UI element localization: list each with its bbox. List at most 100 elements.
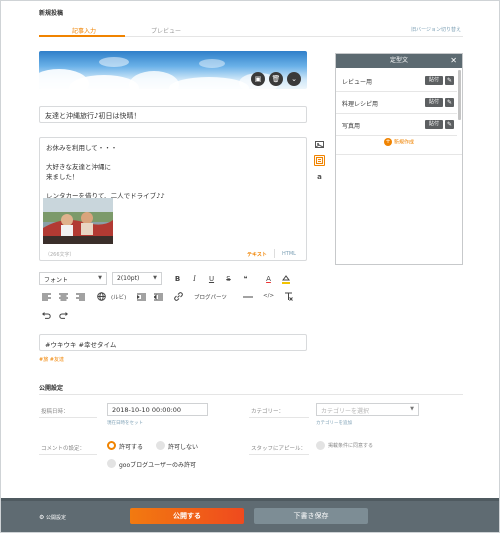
font-select[interactable]: フォント ▼ [39, 272, 107, 285]
template-icon[interactable] [314, 155, 325, 166]
quote-button[interactable]: ❝ [240, 273, 251, 284]
pencil-icon[interactable]: ✎ [445, 98, 454, 107]
mode-html-tab[interactable]: HTML [282, 251, 296, 257]
tag-suggestions[interactable]: #旅 #友達 [39, 356, 64, 363]
comment-label: コメントの設定： [41, 446, 86, 452]
new-template-label: 新規作成 [393, 139, 414, 146]
divider [39, 394, 463, 395]
caret-down-icon: ▼ [153, 275, 157, 281]
template-panel-header: 定型文 ✕ [336, 54, 462, 68]
background-color-icon[interactable] [280, 273, 291, 284]
template-item[interactable]: 料理レシピ用 貼付 ✎ [336, 93, 457, 114]
template-panel: 定型文 ✕ レビュー用 貼付 ✎ 料理レシピ用 貼付 ✎ 写真用 貼付 ✎ + 新… [335, 53, 463, 265]
comment-goo-only-radio[interactable] [107, 459, 116, 468]
italic-button[interactable]: I [189, 273, 200, 284]
divider [39, 454, 97, 455]
staff-appeal-label: スタッフにアピール： [251, 446, 307, 452]
footer-settings-label: 公開設定 [45, 515, 66, 521]
align-right-icon[interactable] [75, 291, 86, 302]
divider [336, 154, 462, 155]
char-count: （266文字） [45, 252, 75, 258]
mode-divider [274, 249, 275, 258]
align-center-icon[interactable] [58, 291, 69, 302]
comment-allow-label: 許可する [119, 444, 144, 451]
chevron-down-icon[interactable]: ⌄ [287, 72, 301, 86]
gear-icon: ⚙ [39, 514, 45, 521]
post-editor-window: 新規投稿 記事入力 プレビュー 旧バージョン切り替え ▣ 🗑 ⌄ 友達と沖縄旅行… [0, 0, 500, 533]
link-icon[interactable] [173, 291, 184, 302]
category-label: カテゴリー： [251, 409, 285, 415]
template-item-label: 写真用 [342, 123, 361, 130]
divider [39, 417, 97, 418]
plus-icon: + [383, 138, 392, 146]
align-left-icon[interactable] [41, 291, 52, 302]
add-category-link[interactable]: カテゴリーを追加 [316, 420, 352, 426]
template-item-label: 料理レシピ用 [342, 101, 379, 108]
set-current-date-link[interactable]: 現在日時をセット [107, 420, 143, 426]
redo-icon[interactable] [58, 309, 69, 320]
blog-parts-button[interactable]: ブログパーツ [194, 293, 227, 301]
tag-input[interactable]: #ウキウキ #幸せタイム [39, 334, 307, 351]
comment-deny-radio[interactable] [156, 441, 165, 450]
pencil-icon[interactable]: ✎ [445, 76, 454, 85]
date-label: 投稿日時： [41, 409, 69, 415]
trash-icon[interactable]: 🗑 [269, 72, 283, 86]
size-select[interactable]: 2(10pt) ▼ [112, 272, 162, 285]
ruby-button[interactable]: (ルビ) [111, 293, 126, 301]
globe-icon[interactable] [96, 291, 107, 302]
paste-button[interactable]: 貼付 [425, 120, 443, 129]
comment-allow-radio[interactable] [107, 441, 116, 450]
paste-button[interactable]: 貼付 [425, 98, 443, 107]
save-draft-button[interactable]: 下書き保存 [254, 508, 368, 524]
header-image [39, 51, 307, 89]
undo-icon[interactable] [41, 309, 52, 320]
clear-format-icon[interactable] [283, 291, 294, 302]
page-title: 新規投稿 [39, 10, 64, 17]
staff-agree-label: 掲載条件に同意する [328, 443, 374, 449]
category-placeholder: カテゴリーを選択 [321, 408, 370, 415]
photo-icon[interactable] [314, 139, 325, 150]
footer-bar [1, 498, 499, 532]
divider [249, 417, 309, 418]
horizontal-rule-icon[interactable] [242, 291, 253, 302]
template-item[interactable]: レビュー用 貼付 ✎ [336, 71, 457, 92]
editor-line: 大好きな友達と沖縄に [46, 163, 111, 171]
editor-line: 来ました！ [46, 172, 79, 181]
html-tag-button[interactable]: </> [263, 293, 274, 299]
size-select-value: 2(10pt) [117, 275, 140, 282]
underline-button[interactable]: U [206, 273, 217, 284]
pencil-icon[interactable]: ✎ [445, 120, 454, 129]
editor-line: お休みを利用して・・・ [46, 144, 118, 152]
footer-settings-button[interactable]: ⚙ 公開設定 [39, 514, 66, 521]
caret-down-icon: ▼ [410, 406, 414, 412]
publish-button[interactable]: 公開する [130, 508, 244, 524]
new-template-button[interactable]: + 新規作成 [336, 138, 462, 146]
template-scrollbar[interactable] [458, 70, 461, 120]
category-select[interactable]: カテゴリーを選択 ▼ [316, 403, 419, 416]
active-tab-indicator [39, 35, 125, 37]
paste-button[interactable]: 貼付 [425, 76, 443, 85]
version-switch-link[interactable]: 旧バージョン切り替え [411, 26, 461, 33]
caret-down-icon: ▼ [98, 275, 102, 281]
tab-edit[interactable]: 記事入力 [72, 26, 96, 35]
mode-text-tab[interactable]: テキスト [247, 251, 267, 258]
template-panel-title: 定型文 [389, 57, 408, 64]
tab-preview[interactable]: プレビュー [151, 26, 181, 35]
section-title: 公開設定 [39, 385, 64, 392]
template-item[interactable]: 写真用 貼付 ✎ [336, 115, 457, 136]
bold-button[interactable]: B [172, 273, 183, 284]
close-icon[interactable]: ✕ [450, 54, 457, 68]
editor-text: お休みを利用して・・・ 大好きな友達と沖縄に 来ました！ レンタカーを借りて、二… [46, 144, 164, 201]
strike-button[interactable]: S [223, 273, 234, 284]
staff-agree-checkbox[interactable] [316, 441, 325, 450]
inserted-photo[interactable] [43, 198, 113, 244]
comment-deny-label: 許可しない [168, 444, 199, 451]
title-input[interactable]: 友達と沖縄旅行♪初日は快晴！ [39, 106, 307, 123]
font-color-button[interactable]: A [263, 273, 274, 284]
amazon-icon[interactable]: a [314, 171, 325, 182]
indent-icon[interactable] [136, 291, 147, 302]
image-change-icon[interactable]: ▣ [251, 72, 265, 86]
outdent-icon[interactable] [153, 291, 164, 302]
date-input[interactable]: 2018-10-10 00:00:00 [107, 403, 208, 416]
